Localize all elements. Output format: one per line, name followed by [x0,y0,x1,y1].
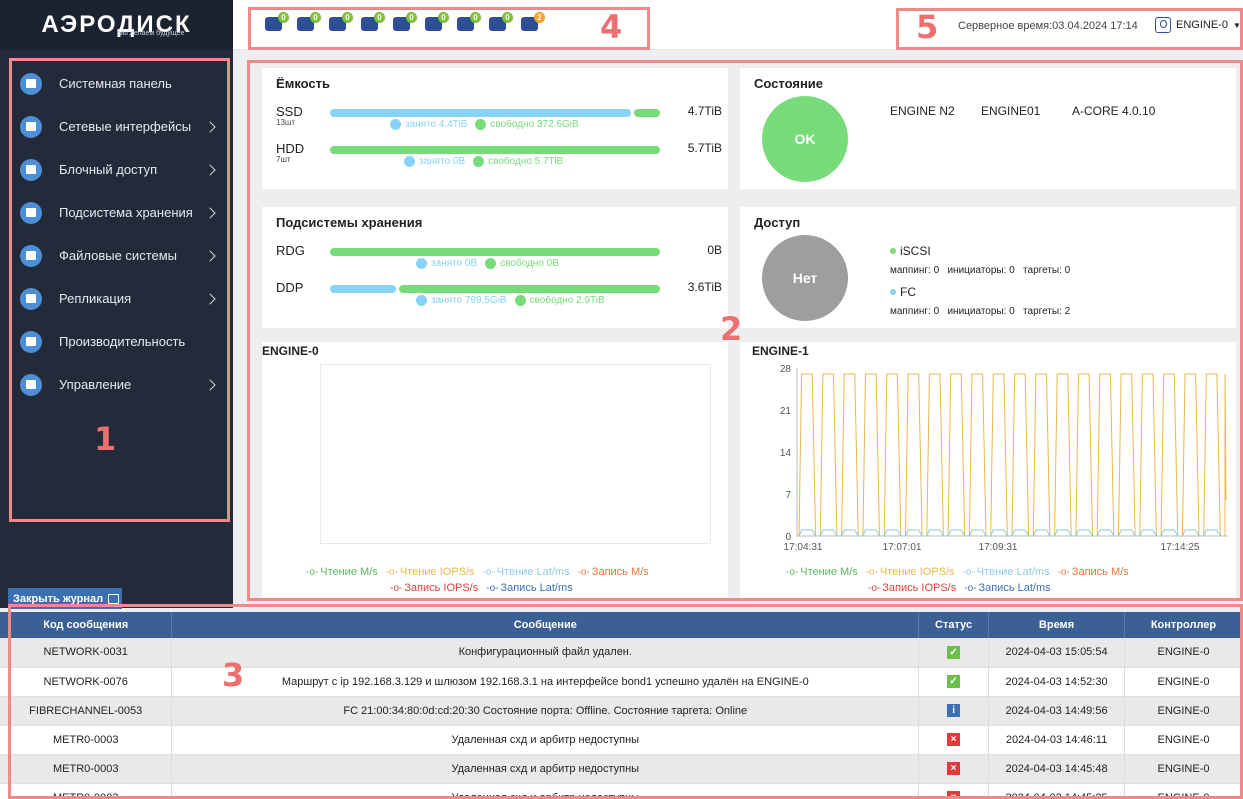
close-log-label: Закрыть журнал [13,592,104,605]
annotation-number-2: 2 [720,310,743,348]
annotation-box-4 [248,7,650,50]
annotation-box-5 [896,8,1243,50]
annotation-number-3: 3 [222,656,245,694]
logo-tagline: мы делаем будущее [118,30,185,37]
log-panel-icon [108,593,120,604]
annotation-number-4: 4 [600,8,623,46]
annotation-box-2 [247,60,1243,601]
annotation-box-1 [9,58,230,522]
app-root: АЭРОДИСК мы делаем будущее Системная пан… [0,0,1243,799]
annotation-number-5: 5 [916,8,939,46]
annotation-number-1: 1 [94,420,117,458]
logo[interactable]: АЭРОДИСК мы делаем будущее [0,0,233,50]
annotation-box-3 [8,604,1243,799]
